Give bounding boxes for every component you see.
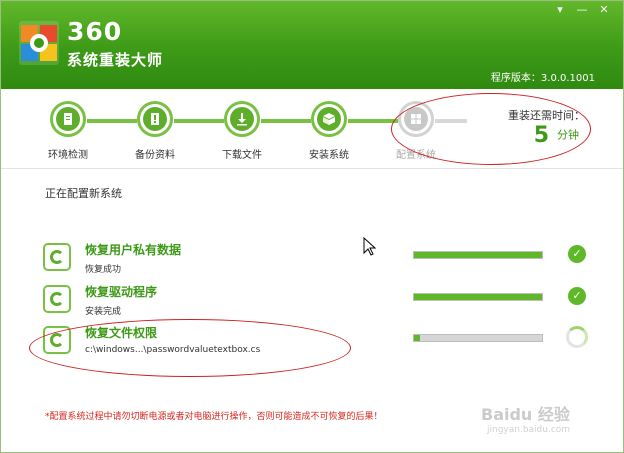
task-title: 恢复驱动程序	[85, 285, 158, 299]
app-subtitle: 系统重装大师	[67, 51, 164, 69]
download-icon	[224, 101, 260, 137]
section-title: 正在配置新系统	[45, 187, 122, 200]
minimize-button[interactable]: —	[573, 3, 591, 17]
progress-steps: 环境检测 备份资料 下载文件 安装系统 配置系统	[1, 89, 623, 169]
close-button[interactable]: ✕	[595, 3, 613, 17]
task-progress-bar	[413, 293, 543, 301]
remaining-time-label: 重装还需时间：	[508, 109, 585, 122]
step-download: 下载文件	[202, 101, 282, 161]
windows-logo-icon	[398, 101, 434, 137]
step-backup: 备份资料	[115, 101, 195, 161]
check-icon: ✓	[568, 245, 586, 263]
step-label: 安装系统	[309, 150, 349, 161]
task-status: 安装完成	[85, 307, 122, 317]
task-status: 恢复成功	[85, 265, 122, 275]
step-label: 备份资料	[135, 150, 175, 161]
task-row: 恢复文件权限 c:\windows...\passwordvaluetextbo…	[43, 324, 603, 360]
user-data-icon	[43, 243, 71, 271]
menu-button[interactable]: ▾	[551, 3, 569, 17]
step-environment-check: 环境检测	[28, 101, 108, 161]
task-progress-bar	[413, 251, 543, 259]
task-title: 恢复用户私有数据	[85, 243, 182, 257]
step-label: 配置系统	[396, 150, 436, 161]
driver-icon	[43, 285, 71, 313]
task-status: c:\windows...\passwordvaluetextbox.cs	[85, 345, 261, 355]
app-logo-icon	[19, 21, 59, 65]
remaining-minutes: 5	[533, 123, 549, 148]
task-progress-bar	[413, 334, 543, 342]
task-row: 恢复驱动程序 安装完成 ✓	[43, 283, 603, 319]
step-configure: 配置系统	[376, 101, 456, 161]
window-controls: ▾ — ✕	[551, 3, 613, 17]
task-title: 恢复文件权限	[85, 326, 158, 340]
step-label: 环境检测	[48, 150, 88, 161]
remaining-unit: 分钟	[557, 128, 579, 142]
app-name: 360	[67, 17, 123, 46]
header-bar: 360 系统重装大师 程序版本：3.0.0.1001 ▾ — ✕	[1, 1, 623, 89]
install-box-icon	[311, 101, 347, 137]
loading-spinner-icon	[566, 326, 588, 348]
check-icon: ✓	[568, 287, 586, 305]
clipboard-icon	[50, 101, 86, 137]
step-install: 安装系统	[289, 101, 369, 161]
mouse-cursor-icon	[363, 236, 377, 261]
step-label: 下载文件	[222, 150, 262, 161]
warning-text: *配置系统过程中请勿切断电源或者对电脑进行操作，否则可能造成不可恢复的后果！	[45, 412, 383, 422]
task-row: 恢复用户私有数据 恢复成功 ✓	[43, 241, 603, 277]
version-label: 程序版本：3.0.0.1001	[490, 73, 595, 84]
watermark-url: jingyan.baidu.com	[487, 425, 571, 435]
installer-window: 360 系统重装大师 程序版本：3.0.0.1001 ▾ — ✕ 环境检测 备份…	[0, 0, 624, 453]
watermark-logo: Baidu 经验	[481, 405, 570, 424]
document-icon	[137, 101, 173, 137]
file-permission-icon	[43, 326, 71, 354]
remaining-time-value: 5 分钟	[534, 123, 579, 148]
